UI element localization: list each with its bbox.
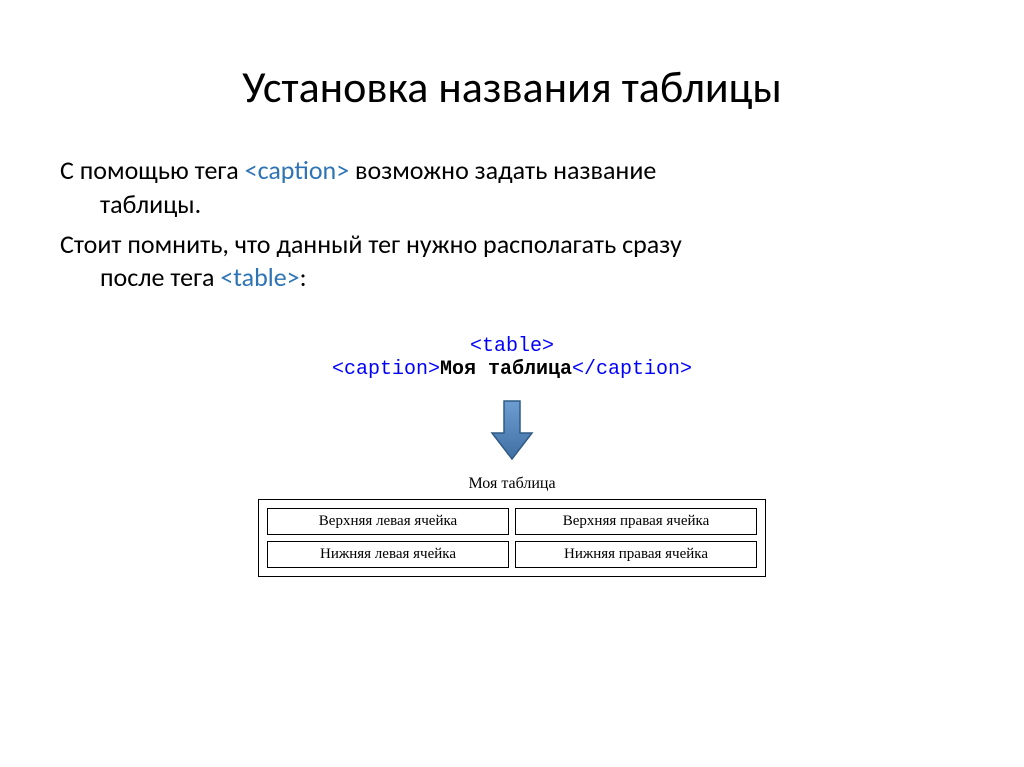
cell-bottom-right: Нижняя правая ячейка xyxy=(515,541,757,568)
code-close-caption: </caption> xyxy=(572,358,692,381)
cell-top-right: Верхняя правая ячейка xyxy=(515,508,757,535)
cell-bottom-left: Нижняя левая ячейка xyxy=(267,541,509,568)
slide-title: Установка названия таблицы xyxy=(60,60,964,114)
para1-caption-tag: <caption> xyxy=(245,154,350,186)
slide-content: Установка названия таблицы С помощью тег… xyxy=(0,0,1024,617)
para2-text-b: после тега xyxy=(100,261,220,293)
rendered-example: Моя таблица Верхняя левая ячейка Верхняя… xyxy=(60,475,964,577)
code-line-2: <caption>Моя таблица</caption> xyxy=(60,358,964,381)
para2-table-tag: <table> xyxy=(220,261,299,293)
table-row: Нижняя левая ячейка Нижняя правая ячейка xyxy=(267,541,757,568)
para1-text-a: С помощью тега xyxy=(60,154,245,186)
paragraph-2: Стоит помнить, что данный тег нужно расп… xyxy=(60,228,964,296)
code-line-1: <table> xyxy=(60,335,964,358)
para2-text-c: : xyxy=(300,261,307,293)
arrow-container xyxy=(60,399,964,461)
paragraph-1: С помощью тега <caption> возможно задать… xyxy=(60,154,964,222)
para1-text-b: возможно задать название xyxy=(349,154,656,186)
code-example: <table> <caption>Моя таблица</caption> xyxy=(60,335,964,381)
down-arrow-icon xyxy=(490,399,534,461)
para2-line2: после тега <table>: xyxy=(60,261,964,295)
example-table-caption: Моя таблица xyxy=(468,475,555,493)
code-caption-text: Моя таблица xyxy=(440,358,572,381)
example-table: Верхняя левая ячейка Верхняя правая ячей… xyxy=(258,499,766,577)
para2-text-a: Стоит помнить, что данный тег нужно расп… xyxy=(60,228,682,260)
table-row: Верхняя левая ячейка Верхняя правая ячей… xyxy=(267,508,757,535)
cell-top-left: Верхняя левая ячейка xyxy=(267,508,509,535)
para1-text-c: таблицы. xyxy=(60,188,964,222)
code-open-caption: <caption> xyxy=(332,358,440,381)
